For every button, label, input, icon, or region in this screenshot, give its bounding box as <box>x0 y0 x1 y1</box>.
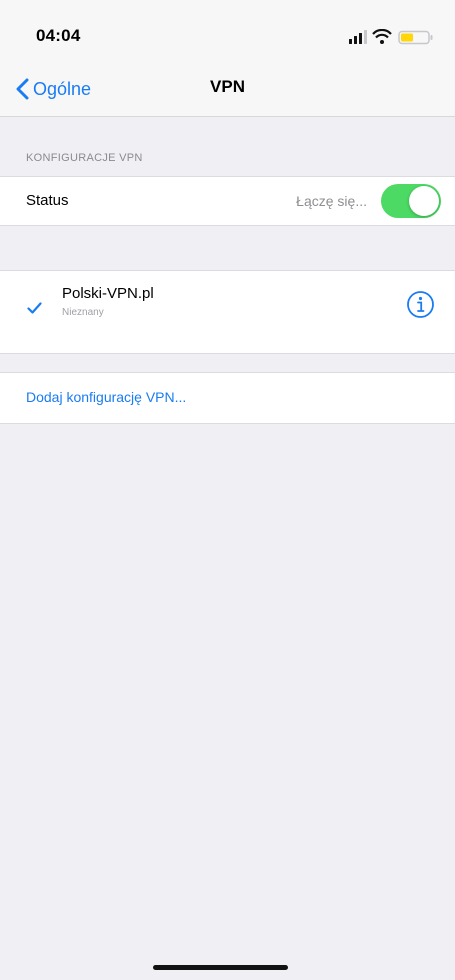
signal-icon <box>349 30 367 44</box>
add-vpn-label: Dodaj konfigurację VPN... <box>26 389 187 405</box>
status-bar: 04:04 <box>0 0 455 64</box>
vpn-toggle[interactable] <box>381 184 441 218</box>
home-indicator[interactable] <box>153 965 288 970</box>
page-title: VPN <box>210 77 245 96</box>
vpn-section-header: KONFIGURACJE VPN <box>26 152 143 164</box>
vpn-status-row: Status Łączę się... <box>0 176 455 226</box>
checkmark-icon <box>27 302 42 314</box>
status-label: Status <box>26 192 69 209</box>
toggle-knob <box>409 186 439 216</box>
phone-screen: 04:04 Ogólne VPN KONFIGURACJE VPN Status… <box>0 0 455 980</box>
status-icons <box>349 29 433 45</box>
info-icon[interactable] <box>406 290 435 319</box>
status-value: Łączę się... <box>296 193 367 209</box>
vpn-configuration-row[interactable]: Polski-VPN.pl Nieznany <box>0 270 455 354</box>
vpn-status-subtitle: Nieznany <box>62 307 104 318</box>
add-vpn-configuration-button[interactable]: Dodaj konfigurację VPN... <box>0 372 455 424</box>
status-time: 04:04 <box>36 26 81 45</box>
battery-icon <box>398 30 433 45</box>
navigation-bar: Ogólne VPN <box>0 64 455 117</box>
wifi-icon <box>372 29 392 44</box>
vpn-name: Polski-VPN.pl <box>62 285 154 302</box>
